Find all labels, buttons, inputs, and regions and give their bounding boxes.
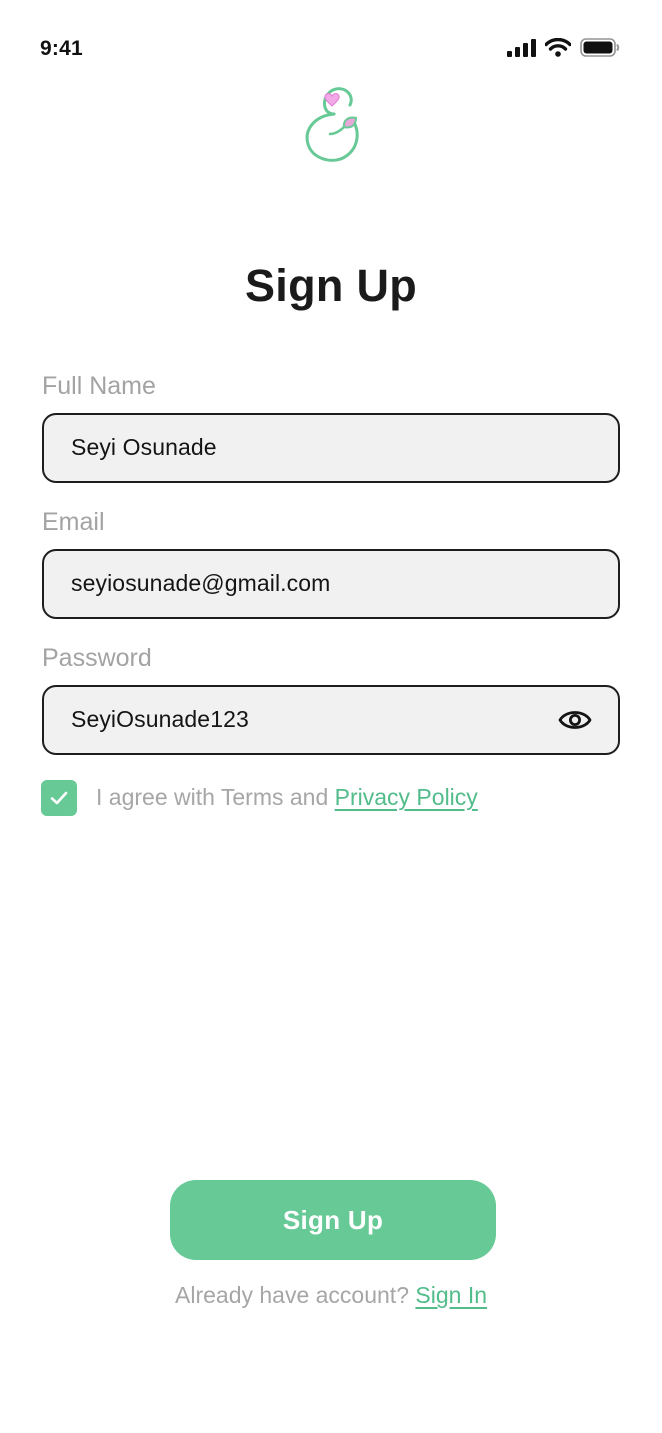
signin-prompt-row: Already have account? Sign In bbox=[0, 1282, 662, 1309]
email-label: Email bbox=[42, 508, 105, 536]
signup-button[interactable]: Sign Up bbox=[170, 1180, 496, 1260]
full-name-label: Full Name bbox=[42, 372, 156, 400]
eye-icon[interactable] bbox=[558, 707, 592, 733]
signin-prompt: Already have account? bbox=[175, 1282, 416, 1308]
signup-button-label: Sign Up bbox=[282, 1205, 384, 1235]
password-value[interactable]: SeyiOsunade123 bbox=[71, 706, 249, 733]
password-field[interactable]: SeyiOsunade123 bbox=[42, 685, 620, 755]
agree-checkbox[interactable] bbox=[41, 780, 77, 816]
full-name-value[interactable]: Seyi Osunade bbox=[71, 434, 217, 461]
signin-link[interactable]: Sign In bbox=[415, 1282, 487, 1308]
password-label: Password bbox=[42, 644, 152, 672]
status-icons bbox=[507, 38, 620, 57]
app-logo bbox=[300, 80, 366, 166]
battery-icon bbox=[580, 38, 620, 57]
privacy-policy-link[interactable]: Privacy Policy bbox=[335, 784, 478, 810]
pregnancy-heart-logo-icon bbox=[305, 87, 359, 162]
full-name-field[interactable]: Seyi Osunade bbox=[42, 413, 620, 483]
agree-text: I agree with Terms and Privacy Policy bbox=[96, 784, 478, 811]
page-title: Sign Up bbox=[244, 260, 418, 311]
status-time: 9:41 bbox=[40, 37, 83, 60]
wifi-icon bbox=[545, 38, 571, 57]
email-value[interactable]: seyiosunade@gmail.com bbox=[71, 570, 330, 597]
agree-label: I agree with Terms and bbox=[96, 784, 335, 810]
cellular-signal-icon bbox=[507, 38, 536, 57]
email-field[interactable]: seyiosunade@gmail.com bbox=[42, 549, 620, 619]
checkmark-icon bbox=[50, 791, 68, 805]
